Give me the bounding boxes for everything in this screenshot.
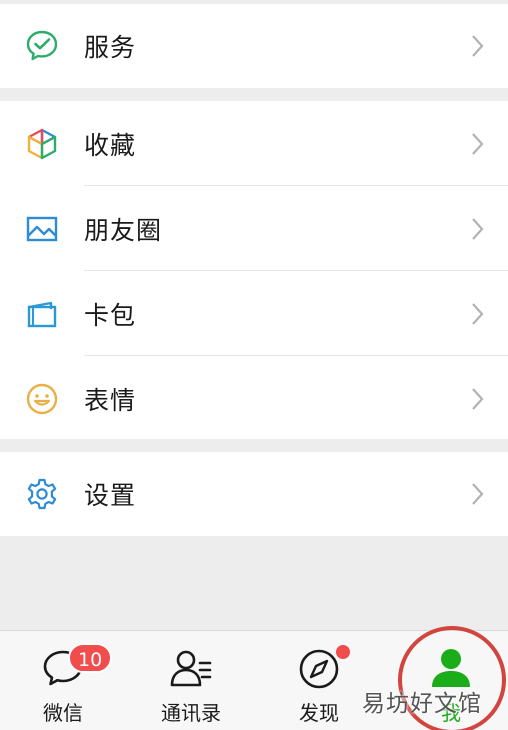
contacts-icon	[170, 650, 212, 687]
menu-item-services[interactable]: 服务	[0, 4, 508, 88]
chevron-right-icon	[472, 302, 484, 325]
menu-item-label: 设置	[84, 481, 137, 510]
chevron-right-icon	[472, 132, 484, 155]
menu-item-label: 朋友圈	[84, 215, 163, 245]
chevron-right-icon	[472, 387, 484, 410]
notification-dot	[336, 645, 350, 659]
menu-item-label: 卡包	[84, 300, 137, 330]
chevron-right-icon	[472, 35, 484, 57]
menu-item-moments[interactable]: 朋友圈	[0, 186, 508, 271]
gear-icon	[24, 476, 60, 512]
tab-label: 通讯录	[161, 701, 221, 725]
menu-item-cards[interactable]: 卡包	[0, 271, 508, 356]
menu-item-stickers[interactable]: 表情	[0, 356, 508, 441]
tab-label: 微信	[43, 701, 83, 725]
chevron-right-icon	[472, 217, 484, 240]
menu-item-settings[interactable]: 设置	[0, 452, 508, 536]
tab-label: 发现	[299, 701, 339, 725]
tab-chats[interactable]: 10 微信	[8, 631, 118, 730]
unread-badge: 10	[68, 643, 113, 673]
menu-item-label: 服务	[84, 33, 137, 62]
smiley-icon	[24, 381, 60, 417]
menu-item-favorites[interactable]: 收藏	[0, 101, 508, 186]
tab-discover[interactable]: 发现	[264, 631, 374, 730]
services-group: 服务	[0, 4, 508, 88]
menu-item-label: 收藏	[84, 130, 137, 160]
cube-icon	[24, 126, 60, 162]
menu-item-label: 表情	[84, 385, 137, 415]
wechat-pay-icon	[24, 28, 60, 64]
tab-contacts[interactable]: 通讯录	[136, 631, 246, 730]
watermark: 易坊好文馆	[362, 691, 482, 717]
card-wallet-icon	[24, 296, 60, 332]
chevron-right-icon	[472, 483, 484, 505]
settings-group: 设置	[0, 452, 508, 536]
image-icon	[24, 211, 60, 247]
features-group: 收藏 朋友圈 卡包 表情	[0, 101, 508, 439]
